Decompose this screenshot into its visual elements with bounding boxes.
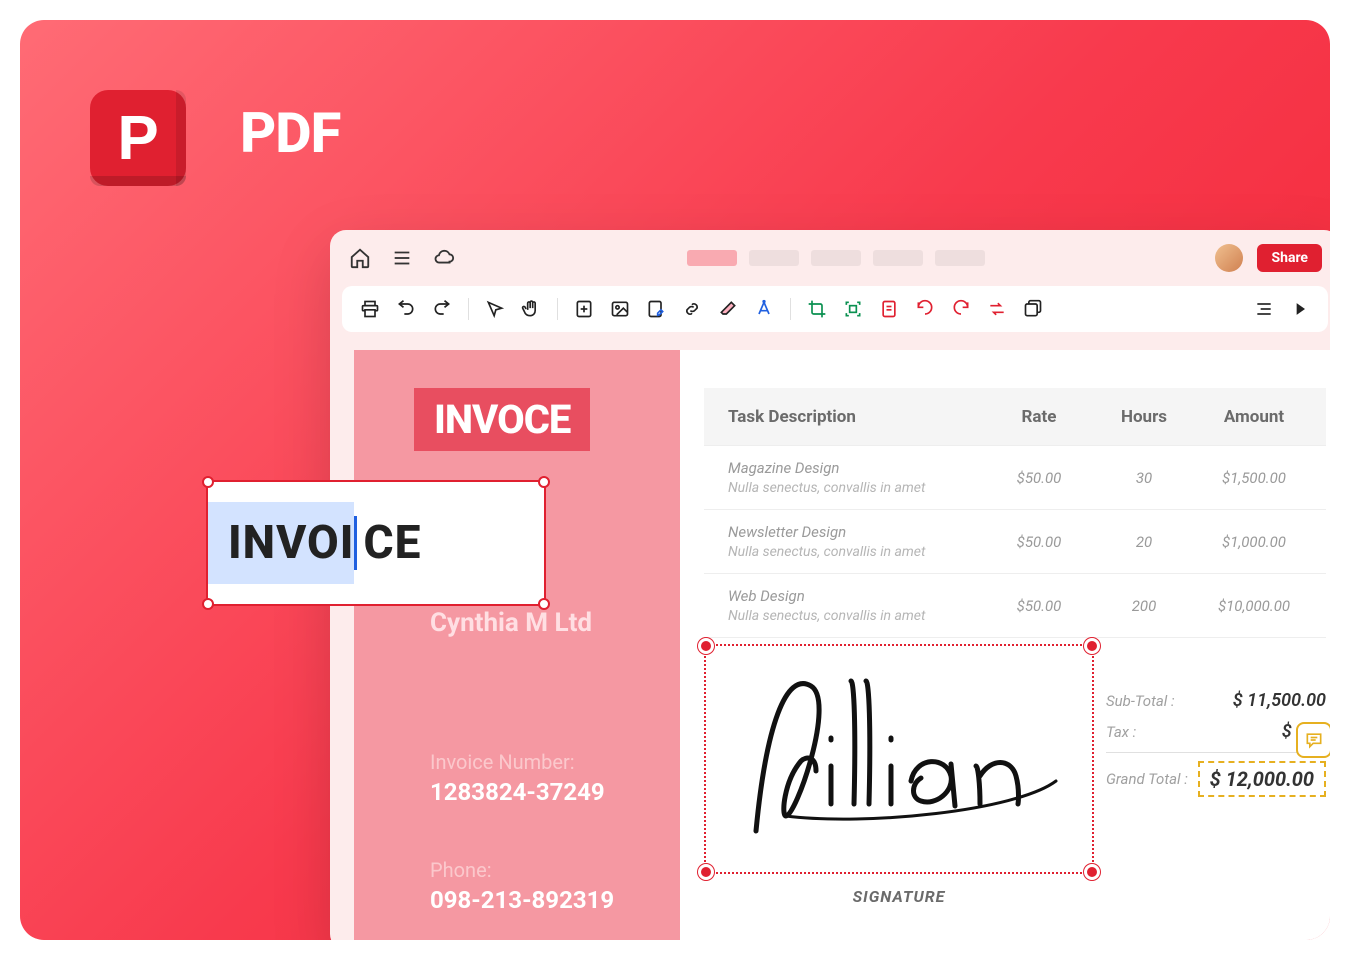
- capture-icon[interactable]: [839, 295, 867, 323]
- page-area: INVOCE Cynthia M Ltd Invoice Number: 128…: [354, 350, 1330, 940]
- grand-label: Grand Total :: [1106, 770, 1188, 788]
- separator: [468, 298, 469, 320]
- titlebar: Share: [330, 230, 1330, 286]
- document-main: Task Description Rate Hours Amount Magaz…: [680, 350, 1330, 940]
- separator: [790, 298, 791, 320]
- col-amount: Amount: [1194, 407, 1314, 427]
- extract-icon[interactable]: [875, 295, 903, 323]
- app-title: PDF: [240, 100, 340, 166]
- col-hours: Hours: [1094, 407, 1194, 427]
- invoice-stamp[interactable]: INVOCE: [414, 388, 590, 451]
- resize-handle[interactable]: [1084, 638, 1100, 654]
- comment-icon[interactable]: [1296, 722, 1330, 758]
- batch-icon[interactable]: [1019, 295, 1047, 323]
- tab[interactable]: [749, 250, 799, 266]
- play-icon[interactable]: [1286, 295, 1314, 323]
- add-page-icon[interactable]: [570, 295, 598, 323]
- remaining-text: CE: [357, 502, 441, 584]
- separator: [557, 298, 558, 320]
- resize-handle[interactable]: [538, 476, 550, 488]
- signature-box[interactable]: SIGNATURE: [704, 644, 1094, 874]
- invoice-number-value: 1283824-37249: [430, 778, 605, 806]
- replace-icon[interactable]: [983, 295, 1011, 323]
- resize-handle[interactable]: [538, 598, 550, 610]
- text-style-icon[interactable]: [750, 295, 778, 323]
- invoice-number-label: Invoice Number:: [430, 750, 605, 774]
- resize-handle[interactable]: [698, 864, 714, 880]
- document-page[interactable]: INVOCE Cynthia M Ltd Invoice Number: 128…: [354, 350, 1330, 940]
- text-edit-overlay[interactable]: INVOI CE: [206, 480, 546, 606]
- toolbar: [342, 286, 1328, 332]
- image-icon[interactable]: [606, 295, 634, 323]
- rotate-left-icon[interactable]: [911, 295, 939, 323]
- resize-handle[interactable]: [1084, 864, 1100, 880]
- selected-text: INVOI: [208, 502, 354, 584]
- document-sidebar: INVOCE Cynthia M Ltd Invoice Number: 128…: [354, 350, 680, 940]
- print-icon[interactable]: [356, 295, 384, 323]
- home-icon[interactable]: [348, 246, 372, 270]
- tab-active[interactable]: [687, 250, 737, 266]
- app-logo: P: [90, 90, 186, 186]
- tax-label: Tax :: [1106, 723, 1136, 741]
- subtotal-value: $ 11,500.00: [1233, 690, 1326, 711]
- edit-page-icon[interactable]: [642, 295, 670, 323]
- tab[interactable]: [873, 250, 923, 266]
- resize-handle[interactable]: [202, 476, 214, 488]
- col-rate: Rate: [984, 407, 1094, 427]
- menu-icon[interactable]: [390, 246, 414, 270]
- phone-label: Phone:: [430, 858, 614, 882]
- table-row: Magazine DesignNulla senectus, convallis…: [704, 446, 1326, 510]
- link-icon[interactable]: [678, 295, 706, 323]
- eraser-icon[interactable]: [714, 295, 742, 323]
- tabs: [474, 250, 1197, 266]
- tab[interactable]: [935, 250, 985, 266]
- tab[interactable]: [811, 250, 861, 266]
- totals: Sub-Total :$ 11,500.00 Tax :$ 500 Grand …: [1106, 690, 1326, 797]
- hand-icon[interactable]: [517, 295, 545, 323]
- signature-label: SIGNATURE: [706, 887, 1092, 906]
- grand-value: $ 12,000.00: [1198, 761, 1326, 797]
- select-icon[interactable]: [481, 295, 509, 323]
- share-button[interactable]: Share: [1257, 244, 1322, 272]
- table-row: Web DesignNulla senectus, convallis in a…: [704, 574, 1326, 638]
- sidebar-icon[interactable]: [1250, 295, 1278, 323]
- resize-handle[interactable]: [698, 638, 714, 654]
- phone-value: 098-213-892319: [430, 886, 614, 914]
- avatar[interactable]: [1215, 244, 1243, 272]
- subtotal-label: Sub-Total :: [1106, 692, 1175, 710]
- undo-icon[interactable]: [392, 295, 420, 323]
- table-row: Newsletter DesignNulla senectus, convall…: [704, 510, 1326, 574]
- redo-icon[interactable]: [428, 295, 456, 323]
- crop-icon[interactable]: [803, 295, 831, 323]
- invoice-table: Task Description Rate Hours Amount Magaz…: [704, 388, 1326, 638]
- resize-handle[interactable]: [202, 598, 214, 610]
- company-name: Cynthia M Ltd: [430, 608, 592, 638]
- col-description: Task Description: [704, 407, 984, 427]
- rotate-right-icon[interactable]: [947, 295, 975, 323]
- cloud-icon[interactable]: [432, 246, 456, 270]
- signature-icon: [736, 666, 1066, 836]
